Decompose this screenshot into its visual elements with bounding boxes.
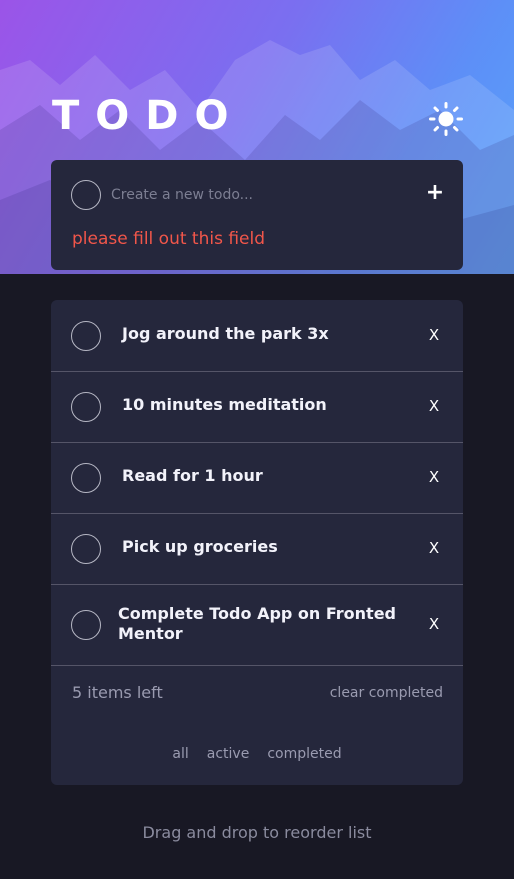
todo-item[interactable]: Pick up groceries X — [51, 514, 463, 585]
todo-text: Read for 1 hour — [122, 466, 263, 485]
todo-text: Complete Todo App on Fronted Mentor — [118, 604, 397, 643]
items-left-count: 5 items left — [72, 683, 163, 702]
todo-list-card: Jog around the park 3x X 10 minutes medi… — [51, 300, 463, 785]
todo-item[interactable]: Jog around the park 3x X — [51, 300, 463, 372]
todo-checkbox[interactable] — [71, 463, 101, 493]
todo-text: Jog around the park 3x — [122, 324, 329, 343]
todo-item[interactable]: 10 minutes meditation X — [51, 372, 463, 443]
delete-todo-button[interactable]: X — [426, 325, 442, 345]
todo-checkbox[interactable] — [71, 610, 101, 640]
delete-todo-button[interactable]: X — [426, 614, 442, 634]
clear-completed-button[interactable]: clear completed — [313, 684, 443, 702]
todo-checkbox[interactable] — [71, 392, 101, 422]
theme-toggle-button[interactable] — [428, 101, 464, 137]
reorder-hint: Drag and drop to reorder list — [142, 823, 372, 842]
delete-todo-button[interactable]: X — [426, 396, 442, 416]
delete-todo-button[interactable]: X — [426, 467, 442, 487]
filter-active[interactable]: active — [207, 745, 250, 763]
filter-completed[interactable]: completed — [267, 745, 341, 763]
sun-icon — [429, 102, 463, 136]
new-todo-input[interactable] — [109, 182, 403, 208]
plus-icon: + — [425, 180, 445, 205]
app-title: TODO — [52, 93, 245, 139]
delete-todo-button[interactable]: X — [426, 538, 442, 558]
todo-checkbox[interactable] — [71, 534, 101, 564]
add-todo-button[interactable]: + — [423, 180, 447, 206]
filter-bar: all active completed — [51, 745, 463, 763]
todo-text: 10 minutes meditation — [122, 395, 327, 414]
todo-item[interactable]: Complete Todo App on Fronted Mentor X — [51, 585, 463, 666]
filter-all[interactable]: all — [172, 745, 188, 763]
todo-checkbox[interactable] — [71, 321, 101, 351]
validation-error: please fill out this field — [72, 229, 266, 249]
new-todo-checkbox[interactable] — [71, 180, 101, 210]
new-todo-card: + please fill out this field — [51, 160, 463, 270]
todo-item[interactable]: Read for 1 hour X — [51, 443, 463, 514]
todo-text: Pick up groceries — [122, 537, 278, 556]
